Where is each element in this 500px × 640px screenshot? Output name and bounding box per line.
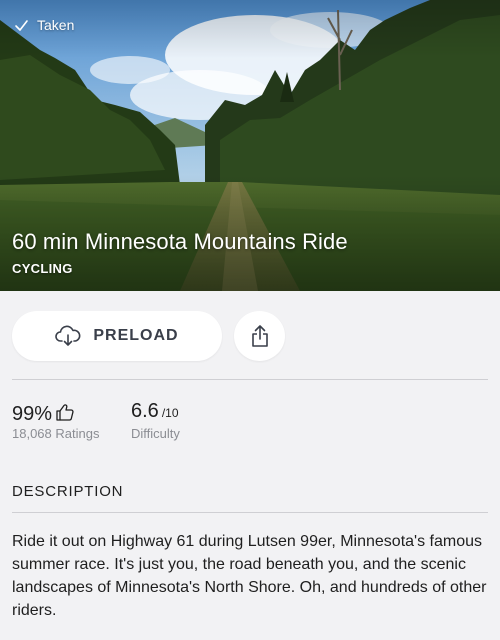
check-icon [14, 18, 29, 33]
rating-count: 18,068 Ratings [12, 426, 100, 441]
preload-label: PRELOAD [93, 327, 179, 344]
thumbs-up-icon [55, 402, 75, 422]
cloud-download-icon [55, 325, 81, 347]
description-heading: DESCRIPTION [12, 483, 124, 500]
taken-status: Taken [14, 17, 74, 33]
rating-stat: 99% 18,068 Ratings [12, 400, 99, 441]
description-text: Ride it out on Highway 61 during Lutsen … [12, 533, 487, 619]
difficulty-unit: /10 [161, 406, 179, 420]
rating-value: 99% [12, 403, 53, 425]
divider [12, 379, 488, 380]
share-icon [251, 325, 268, 347]
difficulty-label: Difficulty [131, 426, 180, 441]
difficulty-value: 6.6 [131, 400, 159, 422]
share-button[interactable] [234, 311, 285, 361]
ride-title: 60 min Minnesota Mountains Ride [12, 229, 348, 254]
ride-category: CYCLING [12, 261, 73, 276]
difficulty-stat: 6.6 /10 Difficulty [131, 400, 180, 441]
divider [12, 512, 488, 513]
preload-button[interactable]: PRELOAD [12, 311, 222, 361]
hero-image: Taken 60 min Minnesota Mountains Ride CY… [0, 0, 500, 291]
taken-label: Taken [37, 17, 75, 33]
